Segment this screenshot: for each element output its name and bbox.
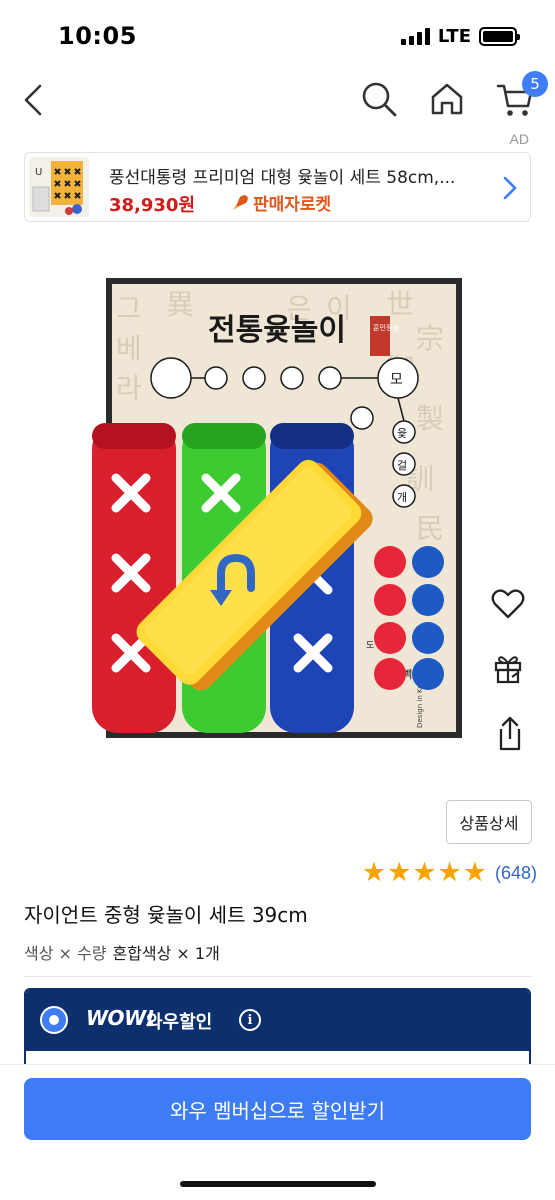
star-icon: ★ (361, 857, 387, 888)
wow-radio-button[interactable] (40, 1006, 68, 1034)
home-indicator (180, 1181, 376, 1187)
ad-thumbnail: U (29, 157, 89, 217)
chevron-right-icon[interactable] (502, 175, 518, 201)
svg-text:宗: 宗 (416, 322, 444, 355)
heart-icon (491, 589, 525, 619)
svg-text:베: 베 (116, 332, 142, 365)
share-button[interactable] (486, 712, 530, 756)
wow-membership-discount-button[interactable]: 와우 멤버십으로 할인받기 (24, 1078, 531, 1140)
svg-text:異: 異 (166, 288, 194, 321)
review-count[interactable]: (648) (495, 863, 537, 884)
option-label: 색상 × 수량 (24, 944, 107, 963)
gift-button[interactable] (486, 646, 530, 690)
board-node-do: 도 (366, 641, 374, 651)
gift-icon (494, 656, 522, 684)
ad-banner[interactable]: U 풍선대통령 프리미엄 대형 윷놀이 세트 58cm,... 38,930원 … (24, 152, 531, 222)
battery-icon (479, 26, 520, 46)
board-node-mo: 모 (390, 372, 403, 388)
wow-logo: WOW! (86, 1006, 155, 1030)
rocket-icon (233, 194, 248, 210)
star-icon: ★ (412, 857, 437, 888)
info-icon[interactable]: i (239, 1009, 261, 1031)
ad-thumbnail-text: U (35, 167, 43, 178)
svg-text:그: 그 (116, 292, 142, 325)
rating-stars: ★ ★ ★ ★ ★ (361, 857, 487, 888)
board-node-geol: 걸 (397, 459, 407, 472)
star-icon: ★ (462, 857, 487, 888)
option-value: 혼합색상 × 1개 (112, 944, 220, 963)
network-label: LTE (437, 25, 471, 47)
svg-text:民: 民 (416, 512, 444, 545)
status-bar: 10:05 LTE (0, 0, 555, 70)
svg-text:世: 世 (386, 288, 414, 321)
board-seal: 훈민정음 (373, 323, 399, 332)
ad-title[interactable]: 풍선대통령 프리미엄 대형 윷놀이 세트 58cm,... (109, 163, 509, 188)
search-icon[interactable] (358, 78, 400, 120)
cart-count-badge: 5 (522, 71, 548, 97)
product-title: 자이언트 중형 윷놀이 세트 39cm (24, 903, 308, 927)
board-node-gae: 개 (397, 491, 407, 504)
ad-label: AD (509, 131, 529, 147)
wishlist-button[interactable] (486, 582, 530, 626)
wow-label: 와우할인 (146, 1012, 213, 1033)
star-icon: ★ (387, 857, 412, 888)
back-icon[interactable] (18, 80, 52, 120)
product-options: 색상 × 수량 혼합색상 × 1개 (24, 940, 220, 964)
status-indicators: LTE (400, 25, 520, 47)
home-icon[interactable] (426, 78, 468, 120)
status-time: 10:05 (58, 22, 137, 50)
svg-text:라: 라 (116, 372, 142, 405)
signal-icon (400, 27, 430, 45)
board-title: 전통윷놀이 (208, 313, 346, 348)
seller-rocket-label: 판매자로켓 (253, 195, 332, 215)
svg-text:製: 製 (416, 402, 444, 435)
ad-price: 38,930원 (109, 195, 196, 216)
star-icon: ★ (437, 857, 462, 888)
product-detail-button[interactable]: 상품상세 (446, 800, 532, 844)
board-node-yut: 윷 (397, 427, 407, 440)
seller-rocket-badge: 판매자로켓 (230, 190, 331, 215)
divider (24, 976, 531, 977)
top-navigation (0, 70, 555, 130)
share-icon (499, 716, 521, 751)
product-image[interactable]: 그베라 異世宗 은이御 製訓民 전통윷놀이 훈민정음 모 윷 걸 개 도 빽 D… (86, 278, 476, 753)
product-rating[interactable]: ★ ★ ★ ★ ★ (648) (361, 857, 537, 888)
wow-header: WOW! 와우할인 i (26, 990, 529, 1051)
